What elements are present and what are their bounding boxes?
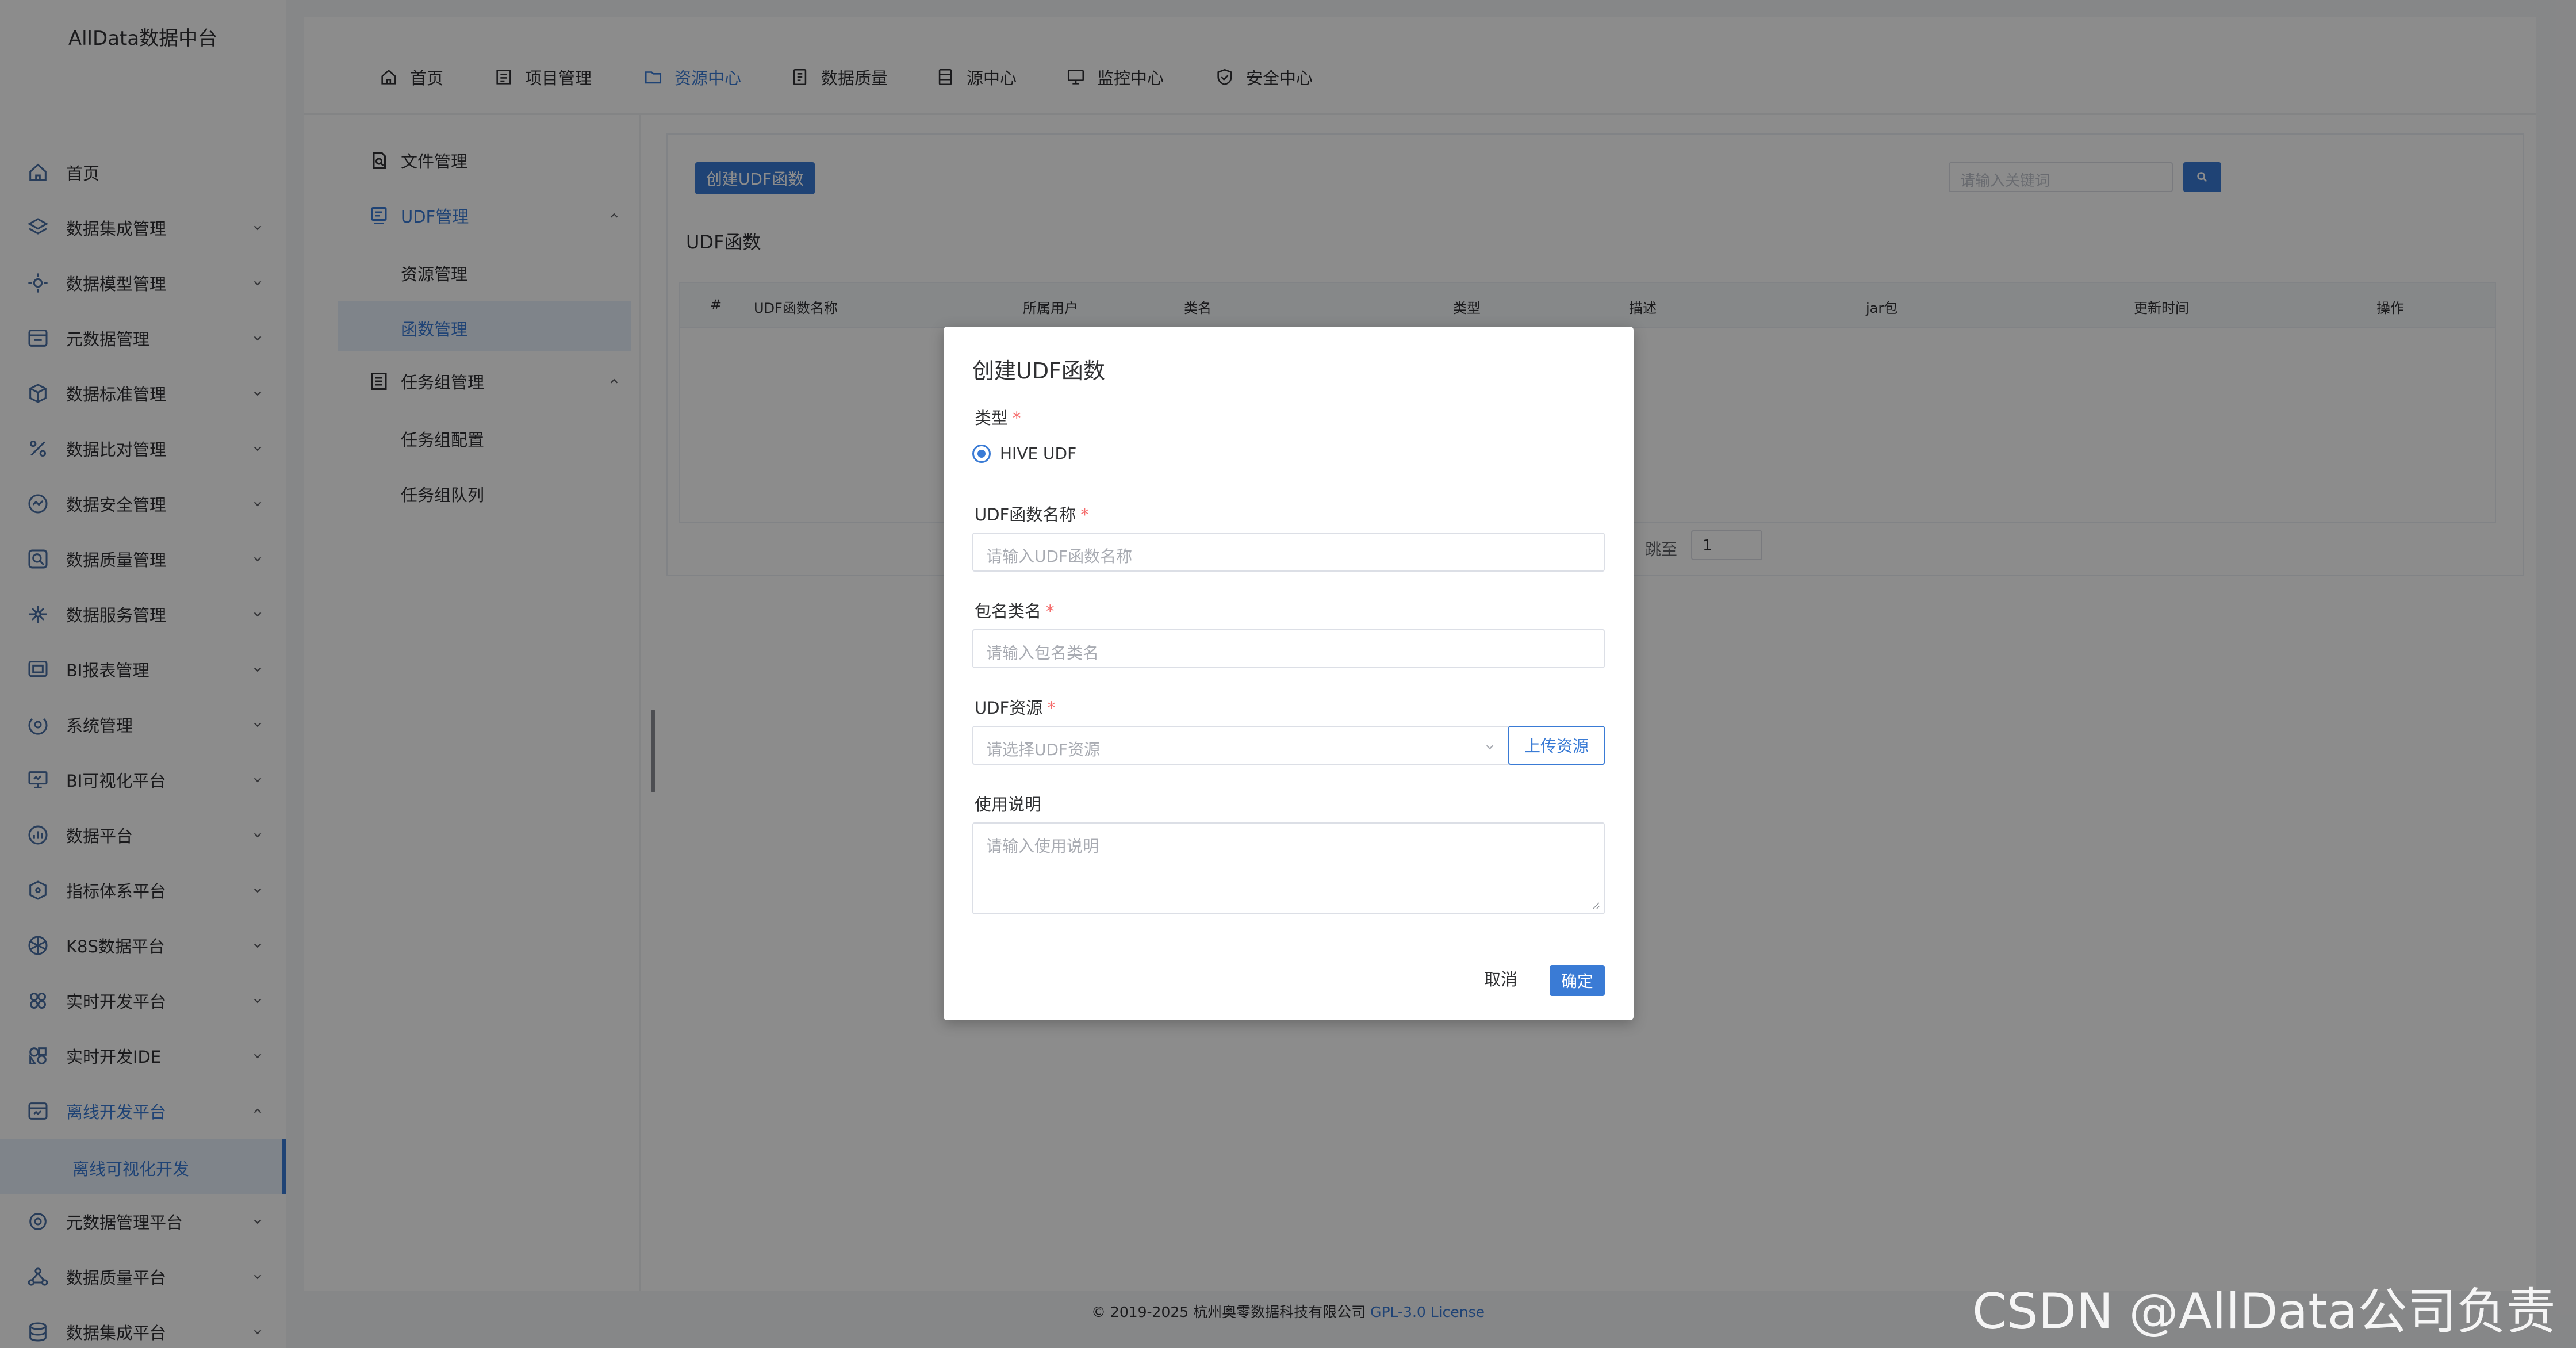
class-name-label: 包名类名 * [975, 598, 1055, 622]
class-name-label-text: 包名类名 [975, 602, 1042, 621]
udf-resource-select[interactable]: 请选择UDF资源 [972, 726, 1510, 765]
required-mark: * [1046, 602, 1055, 621]
class-name-input[interactable]: 请输入包名类名 [972, 629, 1605, 668]
csdn-watermark: CSDN @AllData公司负责人 [1972, 1283, 2556, 1341]
required-mark: * [1080, 505, 1089, 524]
dialog-title: 创建UDF函数 [972, 358, 1105, 384]
select-placeholder: 请选择UDF资源 [986, 740, 1101, 759]
hive-udf-radio[interactable]: HIVE UDF [972, 444, 1076, 463]
udf-name-label-text: UDF函数名称 [975, 505, 1076, 524]
chevron-down-icon [1486, 745, 1494, 750]
udf-name-label: UDF函数名称 * [975, 501, 1089, 526]
required-mark: * [1013, 408, 1021, 428]
type-label: 类型 * [975, 405, 1021, 429]
required-mark: * [1047, 698, 1056, 718]
textarea-placeholder: 请输入使用说明 [986, 837, 1099, 856]
create-udf-dialog: 创建UDF函数 类型 * HIVE UDF UDF函数名称 * 请输入UDF函数名称… [944, 327, 1634, 1020]
description-textarea[interactable]: 请输入使用说明 [972, 822, 1605, 914]
radio-checked-icon [972, 444, 991, 463]
confirm-button[interactable]: 确定 [1550, 965, 1605, 996]
type-label-text: 类型 [975, 408, 1009, 428]
udf-resource-label-text: UDF资源 [975, 698, 1043, 718]
description-label: 使用说明 [975, 795, 1042, 814]
udf-resource-label: UDF资源 * [975, 695, 1056, 719]
udf-name-input[interactable]: 请输入UDF函数名称 [972, 533, 1605, 572]
upload-resource-button[interactable]: 上传资源 [1508, 726, 1605, 765]
radio-label: HIVE UDF [1000, 444, 1077, 463]
resize-grip-icon[interactable] [1591, 901, 1600, 910]
cancel-button[interactable]: 取消 [1484, 966, 1517, 990]
app-root: AllData数据中台 首页 数据集成管理 数据模型管理 元数据管理 数据标准管理 数据比… [0, 0, 2576, 1348]
